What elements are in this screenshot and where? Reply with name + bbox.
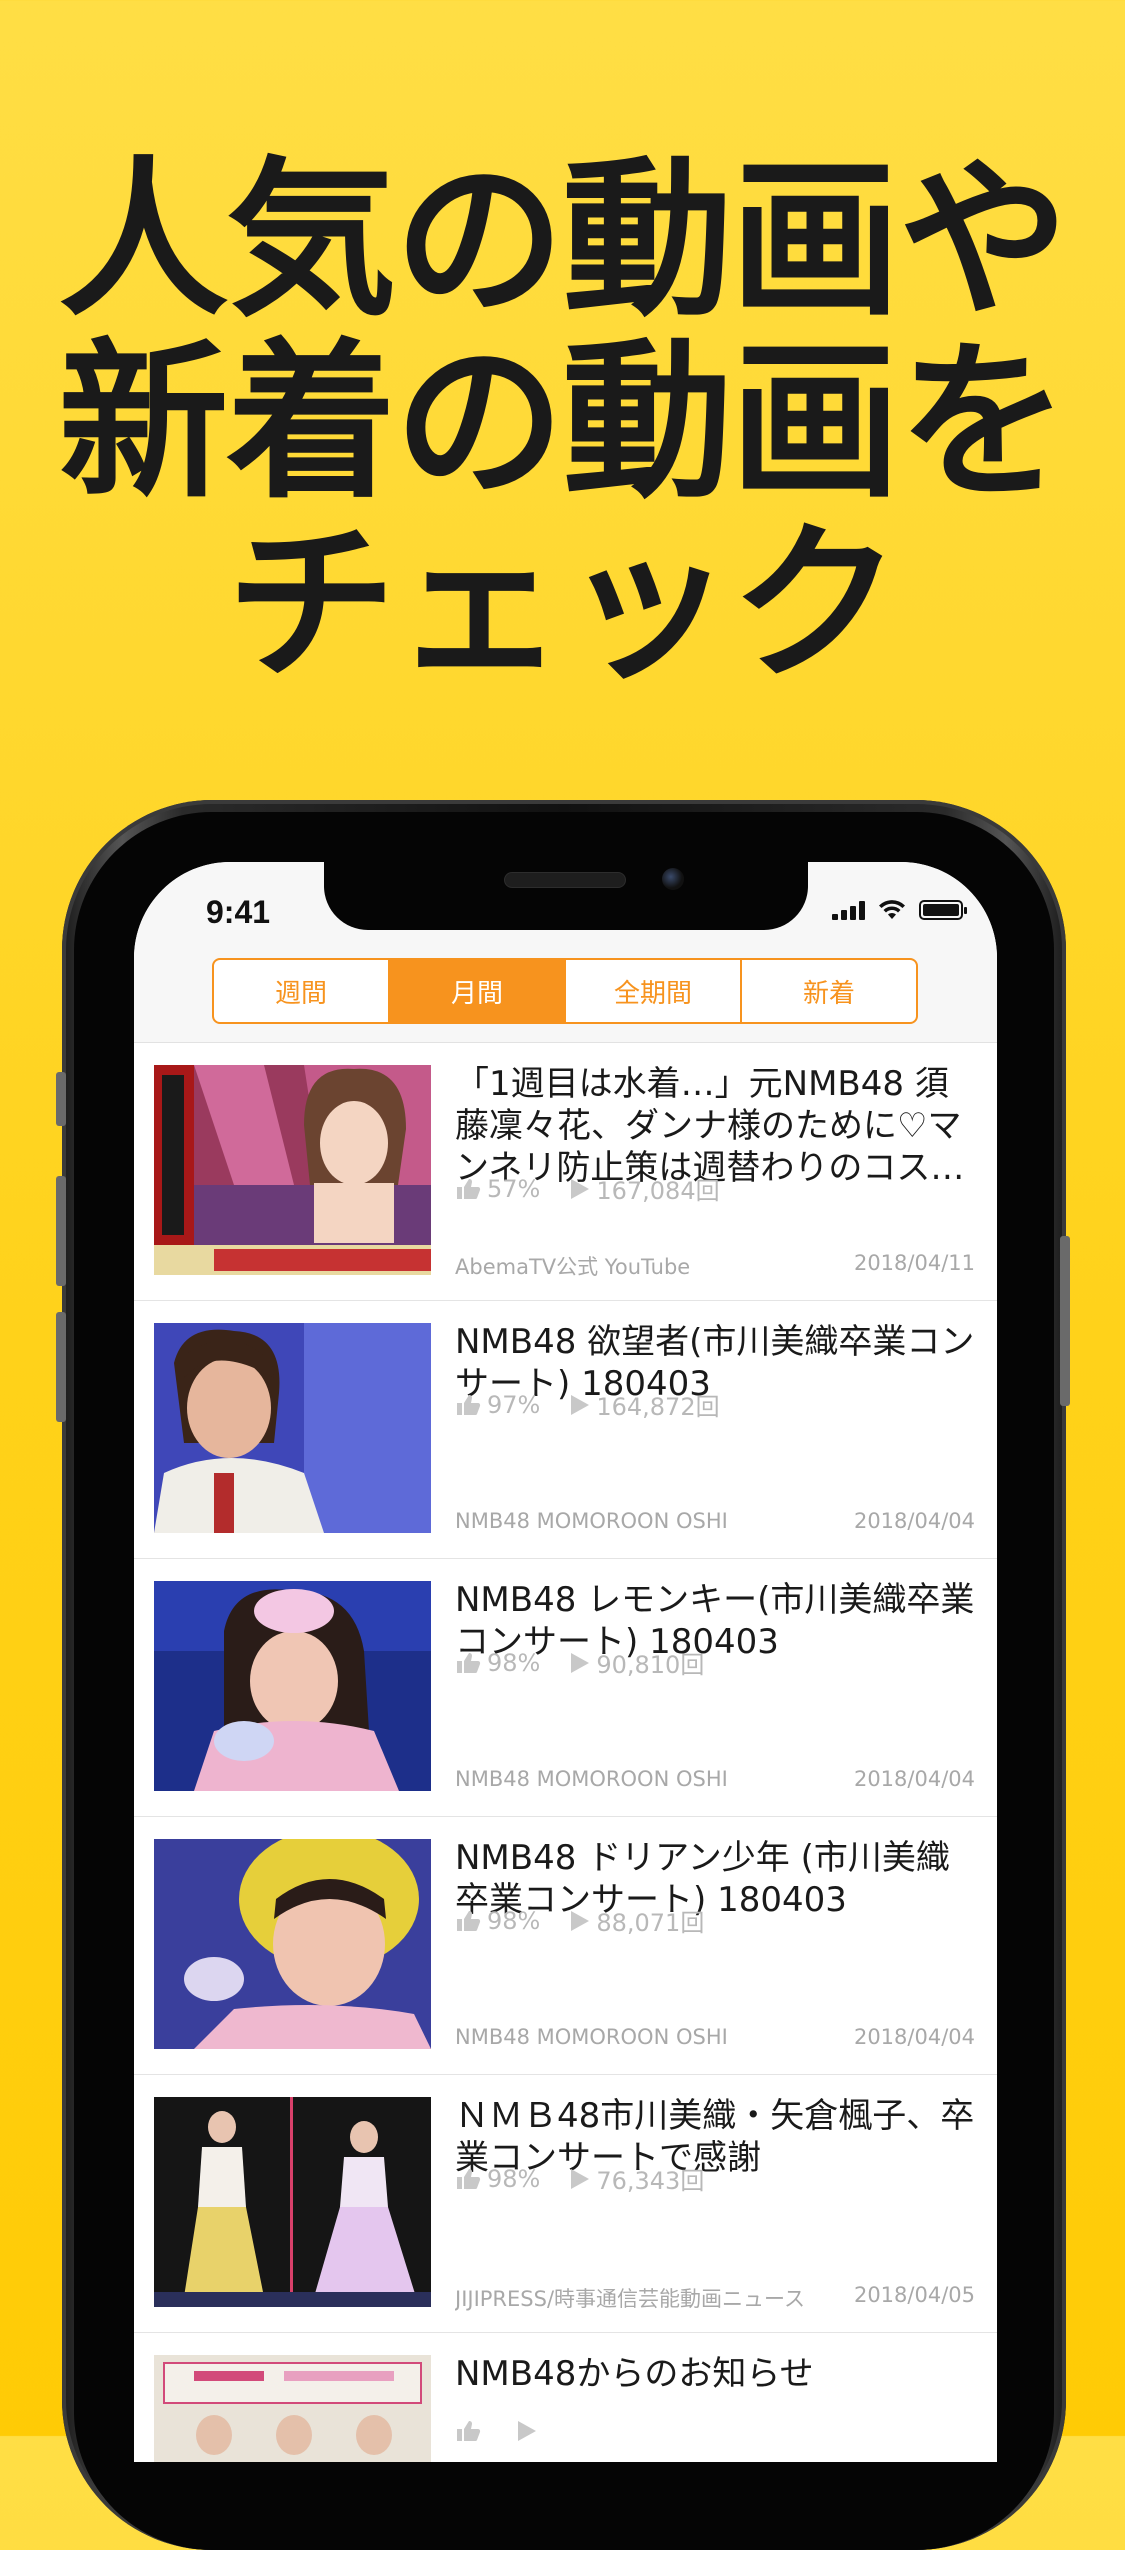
video-thumbnail[interactable] <box>154 1323 431 1533</box>
video-row[interactable]: NMB48 欲望者(市川美織卒業コンサート) 180403 97% 164,87… <box>134 1301 997 1559</box>
video-stats: 98% 88,071回 <box>455 1903 704 1938</box>
video-meta: JIJIPRESS/時事通信芸能動画ニュース 2018/04/05 <box>455 2283 975 2313</box>
tab-bar-area: 週間 月間 全期間 新着 <box>134 938 997 1043</box>
status-icons <box>832 898 967 920</box>
speaker-grille <box>504 872 626 888</box>
view-count: 167,084回 <box>596 1177 720 1205</box>
thumbs-up-icon <box>457 2421 481 2441</box>
video-stats: 98% 90,810回 <box>455 1645 704 1680</box>
view-count: 164,872回 <box>596 1393 720 1421</box>
video-title[interactable]: NMB48からのお知らせ <box>455 2353 975 2395</box>
volume-up-button <box>56 1176 66 1286</box>
like-rate: 97% <box>487 1390 541 1419</box>
video-thumbnail[interactable] <box>154 1065 431 1275</box>
play-icon <box>571 2168 590 2189</box>
phone-screen: 9:41 週間 月間 全期間 新着 「1週目は水着…」元NMB48 須藤凜々花、… <box>134 862 997 2462</box>
tab-all-time[interactable]: 全期間 <box>564 960 740 1022</box>
play-icon <box>571 1178 590 1199</box>
view-count: 76,343回 <box>596 2167 705 2195</box>
thumbs-up-icon <box>457 2168 481 2189</box>
publish-date: 2018/04/04 <box>853 1767 975 1791</box>
period-segmented-control: 週間 月間 全期間 新着 <box>212 958 918 1024</box>
battery-icon <box>919 900 967 920</box>
view-count: 88,071回 <box>596 1909 705 1937</box>
video-list: 「1週目は水着…」元NMB48 須藤凜々花、ダンナ様のために♡マンネリ防止策は週… <box>134 1043 997 2462</box>
cellular-signal-icon <box>832 900 865 920</box>
mute-switch <box>56 1072 66 1126</box>
publish-date: 2018/04/04 <box>853 2025 975 2049</box>
like-rate: 98% <box>487 1648 541 1677</box>
front-camera <box>662 868 684 890</box>
video-row[interactable]: NMB48 レモンキー(市川美織卒業コンサート) 180403 98% 90,8… <box>134 1559 997 1817</box>
status-time: 9:41 <box>206 894 271 930</box>
view-count: 90,810回 <box>596 1651 705 1679</box>
video-stats: 98% 76,343回 <box>455 2161 704 2196</box>
wifi-icon <box>879 900 905 919</box>
video-meta: AbemaTV公式 YouTube 2018/04/11 <box>455 1251 975 1281</box>
tab-new[interactable]: 新着 <box>740 960 916 1022</box>
tab-weekly[interactable]: 週間 <box>214 960 388 1022</box>
notch <box>324 862 808 930</box>
video-thumbnail[interactable] <box>154 1581 431 1791</box>
thumbs-up-icon <box>457 1910 481 1931</box>
video-thumbnail[interactable] <box>154 2097 431 2307</box>
power-button <box>1060 1236 1070 1406</box>
channel-name: NMB48 MOMOROON OSHI <box>455 1767 728 1791</box>
like-rate: 98% <box>487 2164 541 2193</box>
video-row[interactable]: NMB48 ドリアン少年 (市川美織卒業コンサート) 180403 98% 88… <box>134 1817 997 2075</box>
thumbs-up-icon <box>457 1652 481 1673</box>
publish-date: 2018/04/11 <box>853 1251 975 1275</box>
volume-down-button <box>56 1312 66 1422</box>
video-stats <box>455 2419 543 2443</box>
video-thumbnail[interactable] <box>154 1839 431 2049</box>
play-icon <box>518 2421 536 2441</box>
video-thumbnail[interactable] <box>154 2355 431 2462</box>
video-row[interactable]: NMB48からのお知らせ <box>134 2333 997 2462</box>
thumbs-up-icon <box>457 1394 481 1415</box>
publish-date: 2018/04/05 <box>853 2283 975 2307</box>
video-stats: 57% 167,084回 <box>455 1171 720 1206</box>
video-row[interactable]: ＮＭＢ48市川美織・矢倉楓子、卒業コンサートで感謝 98% 76,343回 JI… <box>134 2075 997 2333</box>
publish-date: 2018/04/04 <box>853 1509 975 1533</box>
headline: 人気の動画や 新着の動画を チェック <box>0 150 1125 696</box>
headline-line-1: 人気の動画や <box>58 142 1068 340</box>
channel-name: JIJIPRESS/時事通信芸能動画ニュース <box>455 2287 805 2311</box>
headline-line-3: チェック <box>226 506 900 704</box>
headline-line-2: 新着の動画を <box>58 324 1068 522</box>
video-row[interactable]: 「1週目は水着…」元NMB48 須藤凜々花、ダンナ様のために♡マンネリ防止策は週… <box>134 1043 997 1301</box>
play-icon <box>571 1394 590 1415</box>
channel-name: AbemaTV公式 YouTube <box>455 1255 691 1279</box>
channel-name: NMB48 MOMOROON OSHI <box>455 2025 728 2049</box>
video-stats: 97% 164,872回 <box>455 1387 720 1422</box>
play-icon <box>571 1910 590 1931</box>
video-meta: NMB48 MOMOROON OSHI 2018/04/04 <box>455 2025 975 2049</box>
tab-monthly[interactable]: 月間 <box>388 960 564 1022</box>
like-rate: 57% <box>487 1174 541 1203</box>
video-meta: NMB48 MOMOROON OSHI 2018/04/04 <box>455 1509 975 1533</box>
channel-name: NMB48 MOMOROON OSHI <box>455 1509 728 1533</box>
video-meta: NMB48 MOMOROON OSHI 2018/04/04 <box>455 1767 975 1791</box>
play-icon <box>571 1652 590 1673</box>
thumbs-up-icon <box>457 1178 481 1199</box>
like-rate: 98% <box>487 1906 541 1935</box>
